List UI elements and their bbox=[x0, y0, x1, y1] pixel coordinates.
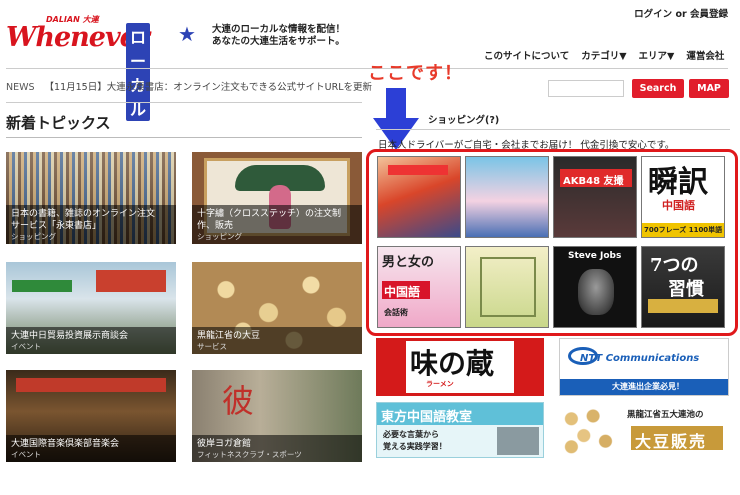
topic-title: 十字繡（クロスステッチ）の注文制 bbox=[197, 209, 342, 219]
akb-title: AKB48 友撮 bbox=[563, 176, 624, 187]
topic-title: 大連中日貿易投資展示商談会 bbox=[11, 331, 129, 341]
book-steve-jobs[interactable]: Steve Jobs bbox=[553, 246, 637, 328]
search-input[interactable] bbox=[548, 80, 624, 97]
nav-category[interactable]: カテゴリ▼ bbox=[581, 48, 626, 62]
annotation-label: ここです！ bbox=[368, 63, 463, 84]
tagline-line-1: 大連のローカルな情報を配信！ bbox=[212, 24, 346, 35]
news-text[interactable]: 【11月15日】大連永東書店：オンライン注文もできる公式サイトURLを更新 bbox=[45, 82, 372, 93]
topic-category: イベント bbox=[11, 450, 41, 459]
topic-card-bookstore[interactable]: 日本の書籍、雑誌のオンライン注文 サービス「永東書店」 ショッピング bbox=[6, 152, 176, 244]
ajinokura-sub: ラーメン bbox=[426, 380, 454, 388]
shun-subtitle: 中国語 bbox=[662, 199, 695, 212]
search-button[interactable]: Search bbox=[632, 79, 684, 98]
topic-title-2: サービス「永東書店」 bbox=[11, 221, 102, 231]
topic-card-yoga[interactable]: 彼 彼岸ヨガ倉館 フィットネスクラブ・スポーツ bbox=[192, 370, 362, 462]
news-label: NEWS bbox=[6, 82, 35, 93]
book-title-band bbox=[388, 165, 448, 175]
header-divider bbox=[6, 68, 728, 69]
topic-title: 彼岸ヨガ倉館 bbox=[197, 439, 252, 449]
topic-caption: 十字繡（クロスステッチ）の注文制 作、販売 ショッピング bbox=[192, 205, 362, 244]
stage-banner bbox=[16, 378, 166, 392]
topic-card-soybeans[interactable]: 黒龍江省の大豆 サービス bbox=[192, 262, 362, 354]
news-ticker[interactable]: NEWS 【11月15日】大連永東書店：オンライン注文もできる公式サイトURLを更… bbox=[6, 79, 376, 97]
toho-title: 東方中国語教室 bbox=[381, 410, 473, 425]
jobs-portrait bbox=[578, 269, 614, 315]
topic-title-2: 作、販売 bbox=[197, 221, 234, 231]
star-icon: ★ bbox=[178, 22, 196, 46]
toho-photo bbox=[497, 427, 539, 455]
topic-card-cross-stitch[interactable]: 十字繡（クロスステッチ）の注文制 作、販売 ショッピング bbox=[192, 152, 362, 244]
daizu-line-2: 大豆販売 bbox=[635, 432, 708, 451]
nav-company[interactable]: 運営会社 bbox=[686, 48, 724, 62]
jobs-title: Steve Jobs bbox=[568, 251, 622, 261]
book-seven-habits[interactable]: 7つの 習慣 bbox=[641, 246, 725, 328]
topic-caption: 大連中日貿易投資展示商談会 イベント bbox=[6, 327, 176, 354]
topic-caption: 黒龍江省の大豆 サービス bbox=[192, 327, 362, 354]
comic-panel bbox=[480, 257, 536, 317]
toho-sub-1: 必要な言葉から bbox=[383, 430, 439, 439]
yoga-sign-icon: 彼 bbox=[222, 382, 255, 420]
danjo-kaiwa: 会話術 bbox=[384, 308, 408, 317]
booth-sign bbox=[12, 280, 72, 292]
shop-heading[interactable]: ショッピング(?) bbox=[428, 112, 499, 126]
topic-caption: 日本の書籍、雑誌のオンライン注文 サービス「永東書店」 ショッピング bbox=[6, 205, 176, 244]
book-danjo[interactable]: 男と女の 中国語 会話術 bbox=[377, 246, 461, 328]
topic-category: フィットネスクラブ・スポーツ bbox=[197, 450, 302, 459]
banner-ajinokura[interactable]: 味の蔵 ラーメン bbox=[376, 338, 544, 396]
map-button[interactable]: MAP bbox=[689, 79, 729, 98]
ntt-logo-text: NTT Communications bbox=[580, 353, 700, 364]
topic-category: ショッピング bbox=[11, 232, 56, 241]
topic-title: 日本の書籍、雑誌のオンライン注文 bbox=[11, 209, 156, 219]
habits-title: 7つの bbox=[650, 255, 699, 276]
topic-category: ショッピング bbox=[197, 232, 242, 241]
daizu-line-1: 黒龍江省五大連池の bbox=[627, 410, 704, 420]
topic-card-concert[interactable]: 大連国際音楽倶楽部音楽会 イベント bbox=[6, 370, 176, 462]
shun-price: 700フレーズ 1100単語 bbox=[644, 226, 723, 234]
site-tagline: 大連のローカルな情報を配信！ あなたの大連生活をサポート。 bbox=[212, 24, 345, 48]
topic-category: サービス bbox=[197, 342, 227, 351]
topic-title: 大連国際音楽倶楽部音楽会 bbox=[11, 439, 120, 449]
danjo-subtitle: 中国語 bbox=[384, 285, 421, 299]
habits-subtitle: 習慣 bbox=[668, 279, 704, 300]
tagline-line-2: あなたの大連生活をサポート。 bbox=[212, 36, 345, 47]
banner-ntt[interactable]: NTT Communications 大連進出企業必見！ bbox=[559, 338, 729, 396]
book-anime[interactable] bbox=[465, 156, 549, 238]
book-akb48[interactable]: AKB48 友撮 bbox=[553, 156, 637, 238]
topic-card-trade-fair[interactable]: 大連中日貿易投資展示商談会 イベント bbox=[6, 262, 176, 354]
topic-title: 黒龍江省の大豆 bbox=[197, 331, 261, 341]
shop-divider bbox=[376, 129, 730, 130]
ntt-sub: 大連進出企業必見！ bbox=[612, 382, 684, 391]
topic-caption: 彼岸ヨガ倉館 フィットネスクラブ・スポーツ bbox=[192, 435, 362, 462]
banner-daizu[interactable]: 黒龍江省五大連池の 大豆販売 bbox=[559, 402, 729, 458]
nav-area[interactable]: エリア▼ bbox=[639, 48, 675, 62]
shun-title: 瞬訳 bbox=[648, 165, 708, 200]
topic-category: イベント bbox=[11, 342, 41, 351]
book-shunyaku[interactable]: 瞬訳 中国語 700フレーズ 1100単語 bbox=[641, 156, 725, 238]
login-link[interactable]: ログイン or 会員登録 bbox=[634, 6, 728, 20]
topic-caption: 大連国際音楽倶楽部音楽会 イベント bbox=[6, 435, 176, 462]
habits-band bbox=[648, 299, 718, 313]
daizu-photo bbox=[559, 402, 621, 458]
news-divider bbox=[6, 102, 362, 103]
topics-heading: 新着トピックス bbox=[6, 114, 111, 132]
topics-divider bbox=[6, 137, 362, 138]
book-manga[interactable] bbox=[377, 156, 461, 238]
nav-about[interactable]: このサイトについて bbox=[484, 48, 569, 62]
logo-local-badge: ローカル bbox=[126, 23, 151, 121]
book-comic[interactable] bbox=[465, 246, 549, 328]
ajinokura-logo: 味の蔵 bbox=[410, 347, 495, 380]
booth-banner bbox=[96, 270, 166, 292]
danjo-title: 男と女の bbox=[382, 255, 435, 270]
banner-toho[interactable]: 東方中国語教室 必要な言葉から 覚える実践学習！ bbox=[376, 402, 544, 458]
toho-sub-2: 覚える実践学習！ bbox=[383, 442, 447, 451]
main-nav: このサイトについて カテゴリ▼ エリア▼ 運営会社 bbox=[484, 48, 724, 62]
